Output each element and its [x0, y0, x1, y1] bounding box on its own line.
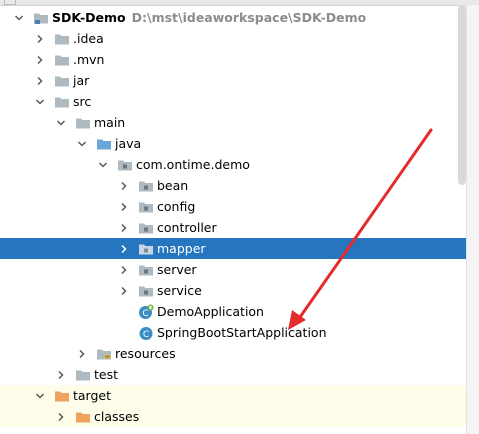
- tree-item-demoapplication[interactable]: C DemoApplication: [0, 301, 479, 322]
- chevron-right-icon[interactable]: [118, 238, 130, 259]
- tree-item-label: DemoApplication: [157, 304, 264, 319]
- chevron-right-icon[interactable]: [76, 343, 88, 364]
- tree-item-sdk-demo[interactable]: SDK-Demo D:\mst\ideaworkspace\SDK-Demo: [0, 7, 479, 28]
- tree-item-resources[interactable]: resources: [0, 343, 479, 364]
- tree-item-label: mapper: [157, 241, 206, 256]
- tree-item-bean[interactable]: bean: [0, 175, 479, 196]
- chevron-right-icon[interactable]: [34, 70, 46, 91]
- chevron-right-icon[interactable]: [118, 280, 130, 301]
- project-path: D:\mst\ideaworkspace\SDK-Demo: [131, 10, 367, 25]
- tree-item-label: src: [73, 94, 92, 109]
- package-icon: [138, 220, 154, 236]
- chevron-right-icon[interactable]: [55, 364, 67, 385]
- tree-item-controller[interactable]: controller: [0, 217, 479, 238]
- svg-text:C: C: [143, 330, 149, 340]
- chevron-right-icon[interactable]: [34, 28, 46, 49]
- tree-item-label: service: [157, 283, 202, 298]
- chevron-down-icon[interactable]: [34, 385, 46, 406]
- tree-item-label: SpringBootStartApplication: [157, 325, 327, 340]
- tree-item-label: test: [94, 367, 119, 382]
- package-icon: [138, 262, 154, 278]
- top-strip-marker: [4, 0, 16, 5]
- folder-icon: [54, 52, 70, 68]
- tree-item-mapper[interactable]: mapper: [0, 238, 479, 259]
- tree-item-service[interactable]: service: [0, 280, 479, 301]
- tree-item-label: main: [94, 115, 126, 130]
- chevron-right-icon[interactable]: [118, 217, 130, 238]
- tree-item-java[interactable]: java: [0, 133, 479, 154]
- chevron-right-icon[interactable]: [118, 175, 130, 196]
- tree-item-label: bean: [157, 178, 189, 193]
- tree-item-label: .mvn: [73, 52, 105, 67]
- tree-item-label: controller: [157, 220, 217, 235]
- source-folder-icon: [96, 136, 112, 152]
- tree-item-label: jar: [73, 73, 90, 88]
- module-icon: [33, 10, 49, 26]
- chevron-down-icon[interactable]: [34, 91, 46, 112]
- chevron-down-icon[interactable]: [55, 112, 67, 133]
- package-icon: [138, 199, 154, 215]
- tree-item-springbootstartapplication[interactable]: C SpringBootStartApplication: [0, 322, 479, 343]
- tree-item-label: SDK-Demo D:\mst\ideaworkspace\SDK-Demo: [52, 10, 367, 25]
- package-icon: [138, 178, 154, 194]
- package-icon: [138, 241, 154, 257]
- tree-item-target[interactable]: target: [0, 385, 479, 406]
- excluded-folder-icon: [75, 409, 91, 425]
- tree-item-label: server: [157, 262, 197, 277]
- tree-item-label: java: [115, 136, 142, 151]
- tree-item-label: resources: [115, 346, 176, 361]
- chevron-right-icon[interactable]: [34, 49, 46, 70]
- resources-folder-icon: [96, 346, 112, 362]
- tree-item-classes[interactable]: classes: [0, 406, 479, 427]
- scrollbar-track[interactable]: [466, 5, 479, 434]
- chevron-right-icon[interactable]: [118, 259, 130, 280]
- window-top-strip: [0, 0, 479, 6]
- chevron-right-icon[interactable]: [118, 196, 130, 217]
- tree-item-main[interactable]: main: [0, 112, 479, 133]
- chevron-down-icon[interactable]: [97, 154, 109, 175]
- excluded-folder-icon: [54, 388, 70, 404]
- tree-item-label: .idea: [73, 31, 104, 46]
- folder-icon: [54, 31, 70, 47]
- chevron-down-icon[interactable]: [76, 133, 88, 154]
- tree-item-idea[interactable]: .idea: [0, 28, 479, 49]
- tree-item-src[interactable]: src: [0, 91, 479, 112]
- folder-icon: [75, 367, 91, 383]
- spring-boot-class-icon: C: [138, 304, 154, 320]
- tree-item-config[interactable]: config: [0, 196, 479, 217]
- tree-item-label: config: [157, 199, 196, 214]
- tree-item-server[interactable]: server: [0, 259, 479, 280]
- scrollbar-thumb[interactable]: [458, 5, 466, 185]
- class-icon: C: [138, 325, 154, 341]
- tree-item-jar[interactable]: jar: [0, 70, 479, 91]
- folder-icon: [75, 115, 91, 131]
- folder-icon: [54, 73, 70, 89]
- tree-item-label: target: [73, 388, 112, 403]
- package-icon: [117, 157, 133, 173]
- package-icon: [138, 283, 154, 299]
- tree-item-mvn[interactable]: .mvn: [0, 49, 479, 70]
- svg-text:C: C: [142, 309, 148, 319]
- tree-item-test[interactable]: test: [0, 364, 479, 385]
- chevron-right-icon[interactable]: [55, 406, 67, 427]
- tree-item-com-ontime-demo[interactable]: com.ontime.demo: [0, 154, 479, 175]
- folder-icon: [54, 94, 70, 110]
- tree-item-label: com.ontime.demo: [136, 157, 250, 172]
- chevron-down-icon[interactable]: [13, 7, 25, 28]
- tree-item-label: classes: [94, 409, 140, 424]
